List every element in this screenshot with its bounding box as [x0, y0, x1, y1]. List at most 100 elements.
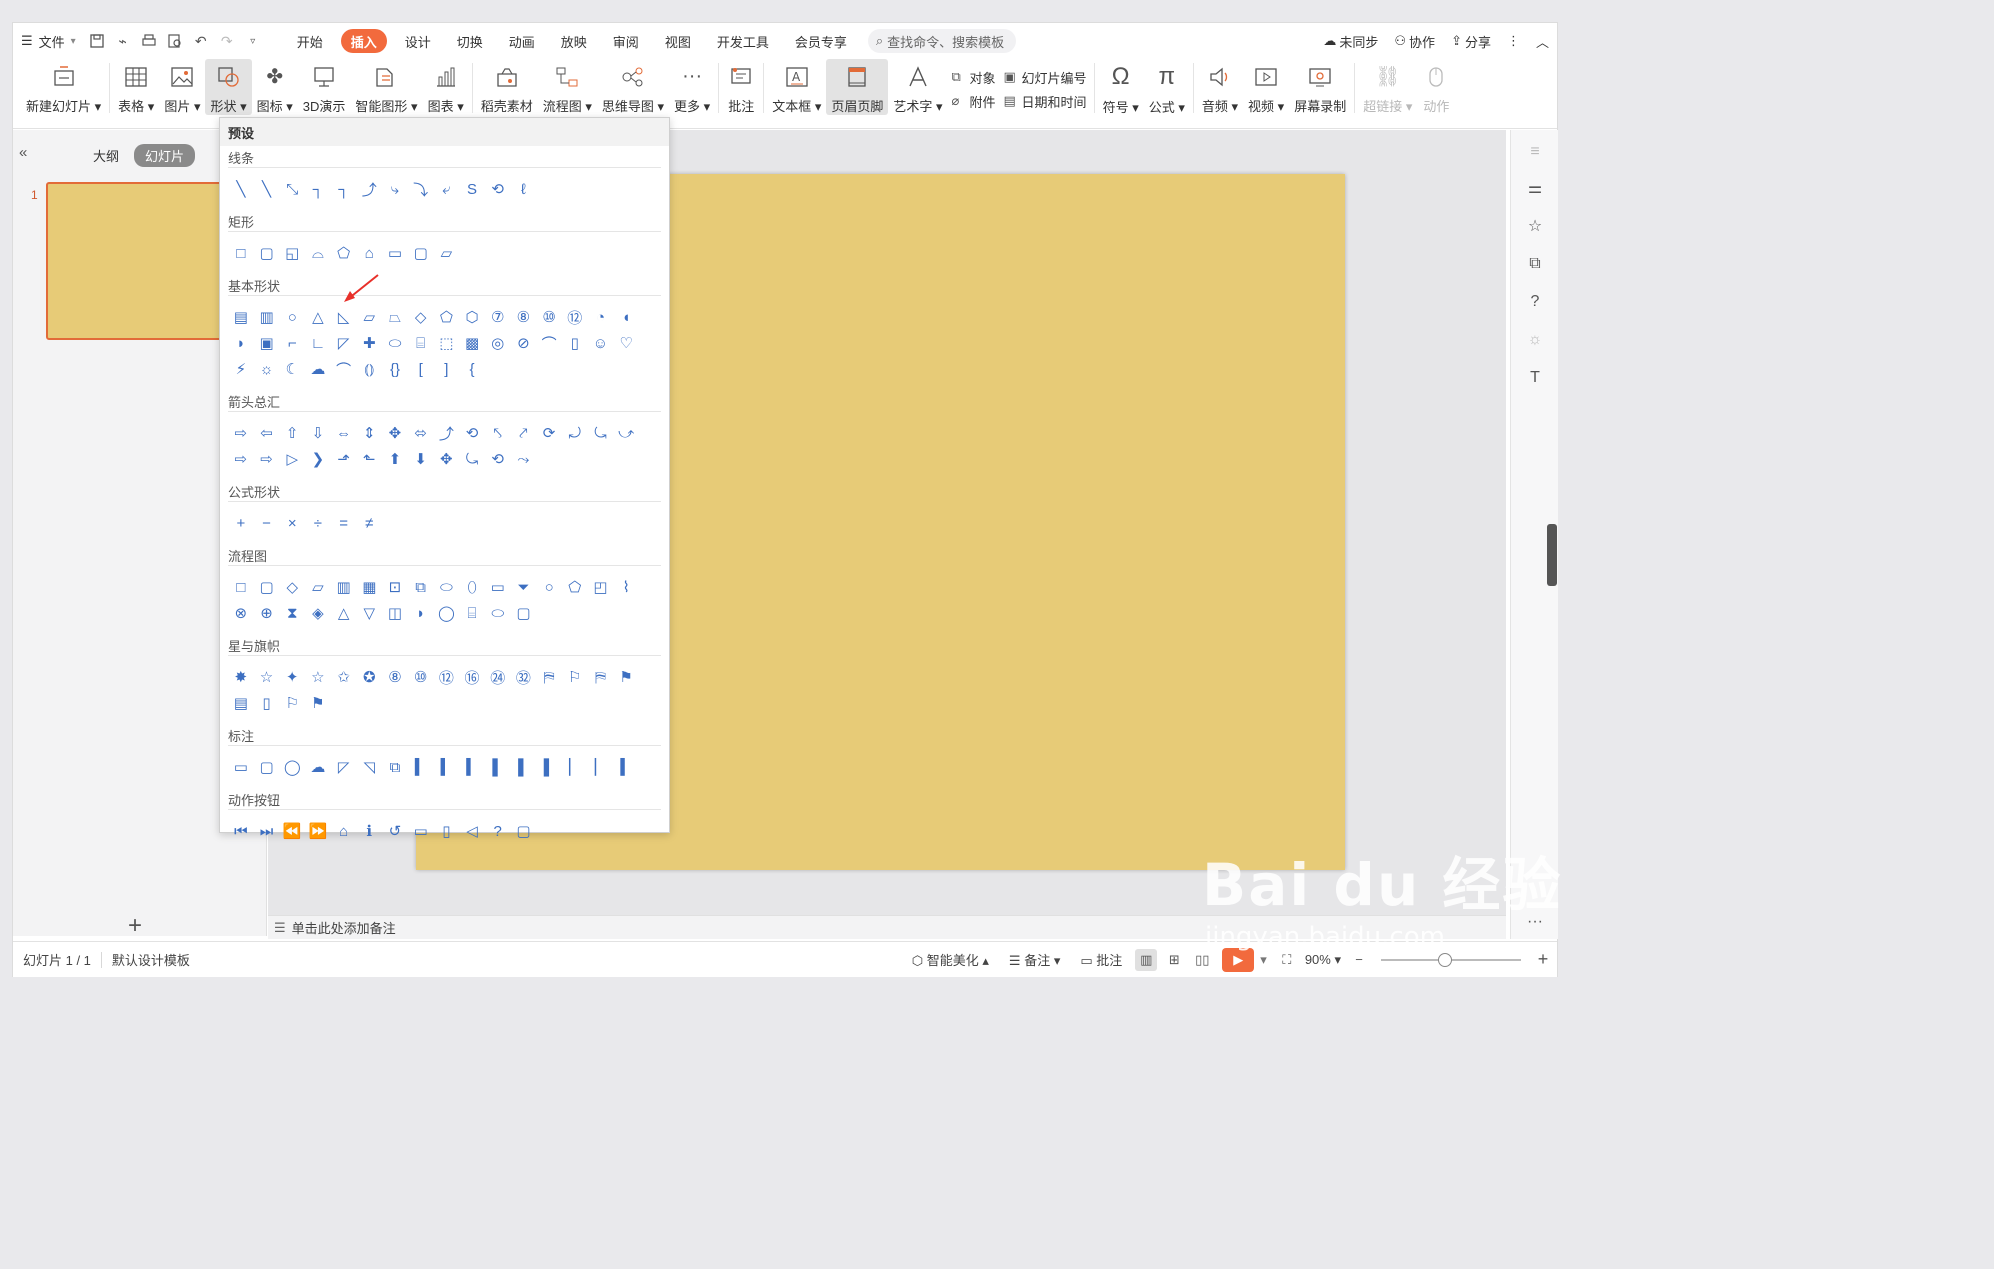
shape-option-icon[interactable]: ◹	[356, 754, 382, 780]
shape-option-icon[interactable]: ◇	[408, 304, 434, 330]
audio-button[interactable]: 音频 ▾	[1197, 59, 1243, 115]
shape-option-icon[interactable]: −	[254, 510, 280, 536]
shape-option-icon[interactable]: ⇦	[254, 420, 280, 446]
hyperlink-button[interactable]: ⛓ 超链接 ▾	[1358, 59, 1417, 115]
print-preview-icon[interactable]	[164, 30, 186, 52]
shape-option-icon[interactable]: ⑫	[562, 304, 588, 330]
shape-option-icon[interactable]: ⬡	[459, 304, 485, 330]
shape-option-icon[interactable]: ⧗	[279, 600, 305, 626]
shape-option-icon[interactable]: ▢	[254, 574, 280, 600]
shape-option-icon[interactable]: ⌒	[331, 356, 357, 382]
shape-option-icon[interactable]: ⤿	[459, 446, 485, 472]
shape-option-icon[interactable]: ⤶	[434, 176, 460, 202]
shape-option-icon[interactable]: ⤡	[279, 176, 305, 202]
shape-option-icon[interactable]: ╲	[228, 176, 254, 202]
shape-option-icon[interactable]: ⚐	[279, 690, 305, 716]
shape-option-icon[interactable]: ◯	[434, 600, 460, 626]
text-icon[interactable]: T	[1523, 366, 1547, 390]
shape-option-icon[interactable]: ▯	[562, 330, 588, 356]
shape-option-icon[interactable]: ⇧	[279, 420, 305, 446]
shape-option-icon[interactable]: ⤣	[485, 420, 511, 446]
shape-option-icon[interactable]: S	[459, 176, 485, 202]
shape-option-icon[interactable]: {	[459, 356, 485, 382]
shape-option-icon[interactable]: ÷	[305, 510, 331, 536]
shape-option-icon[interactable]: ◰	[588, 574, 614, 600]
shape-option-icon[interactable]: ▦	[356, 574, 382, 600]
undo-icon[interactable]: ↶	[190, 30, 212, 52]
tab-outline[interactable]: 大纲	[93, 146, 119, 165]
redo-icon[interactable]: ↷	[216, 30, 238, 52]
shape-option-icon[interactable]: △	[305, 304, 331, 330]
shape-option-icon[interactable]: ⏪	[279, 818, 305, 844]
shape-option-icon[interactable]: ⇩	[305, 420, 331, 446]
slide-thumbnail[interactable]	[46, 182, 226, 340]
shape-option-icon[interactable]: ≠	[356, 510, 382, 536]
shape-option-icon[interactable]: ⬠	[562, 574, 588, 600]
tab-view[interactable]: 视图	[657, 29, 699, 53]
shape-option-icon[interactable]: ⊡	[382, 574, 408, 600]
shape-option-icon[interactable]: ⏩	[305, 818, 331, 844]
template-name[interactable]: 默认设计模板	[102, 950, 200, 969]
shape-option-icon[interactable]: ⬭	[485, 600, 511, 626]
shape-option-icon[interactable]: △	[331, 600, 357, 626]
shape-option-icon[interactable]: ⬚	[434, 330, 460, 356]
format-painter-icon[interactable]: ⌁	[112, 30, 134, 52]
shape-option-icon[interactable]: ⟲	[485, 176, 511, 202]
shape-option-icon[interactable]: ☺	[588, 330, 614, 356]
tab-animation[interactable]: 动画	[501, 29, 543, 53]
shape-option-icon[interactable]: ☼	[254, 356, 280, 382]
shape-option-icon[interactable]: ⤴	[434, 420, 460, 446]
shape-option-icon[interactable]: ☁	[305, 356, 331, 382]
shape-option-icon[interactable]: ◁	[459, 818, 485, 844]
shape-option-icon[interactable]: ▤	[228, 690, 254, 716]
shape-option-icon[interactable]: ⧉	[382, 754, 408, 780]
icon-button[interactable]: ✤ 图标 ▾	[252, 59, 298, 115]
shape-option-icon[interactable]: ▍	[613, 754, 639, 780]
shape-option-icon[interactable]: ×	[279, 510, 305, 536]
shape-option-icon[interactable]: ⚑	[613, 664, 639, 690]
shape-option-icon[interactable]: ▱	[356, 304, 382, 330]
comment-button[interactable]: 批注	[722, 59, 760, 115]
shape-option-icon[interactable]: ⬏	[331, 446, 357, 472]
shape-option-icon[interactable]: ⬭	[434, 574, 460, 600]
normal-view-icon[interactable]: ▥	[1135, 948, 1158, 971]
shape-option-icon[interactable]: ◺	[331, 304, 357, 330]
datetime-button[interactable]: ▤ 日期和时间	[1004, 89, 1087, 113]
shape-option-icon[interactable]: +	[228, 510, 254, 536]
shape-option-icon[interactable]: ⌒	[536, 330, 562, 356]
comment-toggle-button[interactable]: ▭ 批注	[1070, 950, 1132, 969]
shape-option-icon[interactable]: ◇	[279, 574, 305, 600]
shape-option-icon[interactable]: ⟲	[485, 446, 511, 472]
transition-icon[interactable]: ⧉	[1523, 252, 1547, 276]
shape-option-icon[interactable]: ⑧	[511, 304, 537, 330]
shape-option-icon[interactable]: ㉔	[485, 664, 511, 690]
shape-option-icon[interactable]: ▩	[459, 330, 485, 356]
shape-option-icon[interactable]: ⤻	[613, 420, 639, 446]
shape-option-icon[interactable]: ◯	[279, 754, 305, 780]
shape-option-icon[interactable]: ▍	[459, 754, 485, 780]
shape-option-icon[interactable]: ☆	[254, 664, 280, 690]
shape-option-icon[interactable]: ⚡	[228, 356, 254, 382]
shape-option-icon[interactable]: ⇨	[254, 446, 280, 472]
more-options-icon[interactable]: ⋮	[1499, 29, 1528, 53]
tab-design[interactable]: 设计	[397, 29, 439, 53]
zoom-slider[interactable]	[1381, 952, 1521, 967]
tab-transition[interactable]: 切换	[449, 29, 491, 53]
shape-option-icon[interactable]: ▽	[356, 600, 382, 626]
shape-option-icon[interactable]: ⬯	[459, 574, 485, 600]
shape-option-icon[interactable]: ⌂	[356, 240, 382, 266]
print-icon[interactable]	[138, 30, 160, 52]
menu-lines-icon[interactable]: ≡	[1523, 140, 1547, 164]
properties-icon[interactable]: ⚌	[1523, 176, 1547, 200]
shape-option-icon[interactable]: □	[228, 240, 254, 266]
shape-option-icon[interactable]: ⇨	[228, 420, 254, 446]
shape-option-icon[interactable]: ○	[536, 574, 562, 600]
play-options-icon[interactable]: ▾	[1260, 952, 1267, 968]
shape-option-icon[interactable]: ▍	[434, 754, 460, 780]
zoom-level[interactable]: 90% ▾	[1301, 952, 1345, 968]
shape-option-icon[interactable]: ▥	[254, 304, 280, 330]
shape-option-icon[interactable]: ┐	[331, 176, 357, 202]
shape-option-icon[interactable]: ⧉	[408, 574, 434, 600]
save-icon[interactable]	[86, 30, 108, 52]
shape-option-icon[interactable]: ⛿	[588, 664, 614, 690]
